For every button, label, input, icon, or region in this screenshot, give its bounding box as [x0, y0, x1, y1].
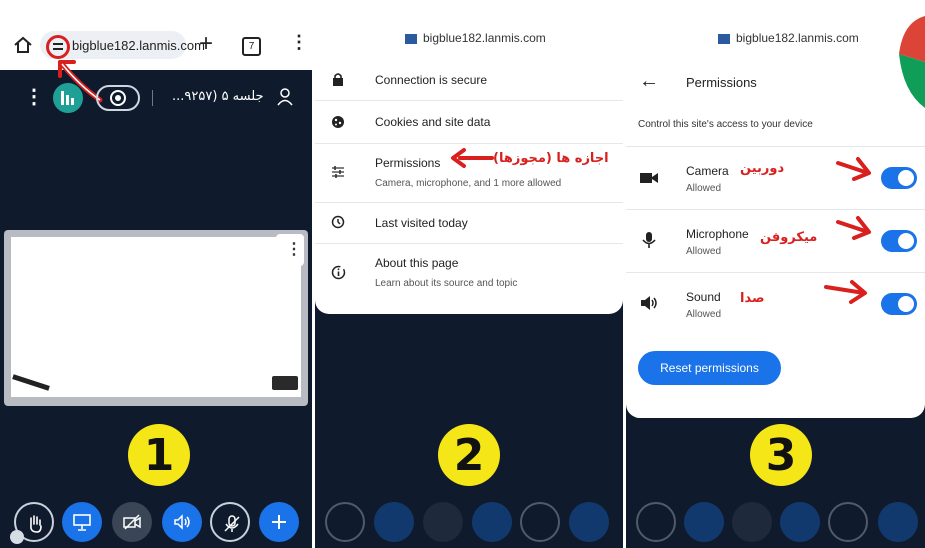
step-badge-1: 1 — [128, 424, 190, 486]
annotation-arrow-icon — [836, 216, 871, 240]
mic-muted-button[interactable] — [210, 502, 250, 542]
lock-icon — [333, 73, 343, 86]
whiteboard-surface — [11, 237, 301, 397]
permission-label: Microphone — [686, 227, 749, 241]
permissions-description: Control this site's access to your devic… — [638, 119, 813, 130]
user-icon[interactable] — [277, 88, 293, 106]
url-bar[interactable]: bigblue182.lanmis.com — [40, 31, 205, 59]
menu-item-cookies[interactable]: Cookies and site data — [315, 101, 623, 143]
info-icon — [331, 265, 346, 280]
permission-annotation: میکروفن — [760, 230, 818, 245]
new-tab-icon[interactable]: + — [199, 30, 213, 58]
meeting-header: ⋮ جلسه ۵ (۹۲۵۷... — [0, 70, 312, 126]
permission-annotation: صدا — [740, 291, 765, 306]
tab-switcher-button[interactable]: 7 — [242, 37, 261, 56]
tab-count: 7 — [248, 41, 255, 52]
step-badge-2: 2 — [438, 424, 500, 486]
permission-annotation: دوربین — [740, 161, 785, 176]
permission-row-sound: Sound Allowed صدا — [626, 273, 925, 335]
audio-button[interactable] — [162, 502, 202, 542]
reset-permissions-button[interactable]: Reset permissions — [638, 351, 781, 385]
panel-3: bigblue182.lanmis.com ← Permissions Cont… — [626, 0, 925, 548]
panel-2: bigblue182.lanmis.com Connection is secu… — [315, 0, 623, 548]
step-badge-3: 3 — [750, 424, 812, 486]
menu-item-sublabel: Camera, microphone, and 1 more allowed — [375, 178, 562, 189]
menu-item-label: Permissions — [375, 156, 441, 170]
session-title: جلسه ۵ (۹۲۵۷... — [172, 89, 264, 104]
permission-status: Allowed — [686, 183, 722, 194]
home-icon[interactable] — [13, 36, 33, 54]
menu-item-sublabel: Learn about its source and topic — [375, 278, 518, 289]
permissions-annotation: اجازه ها (مجوزها) — [493, 151, 609, 166]
history-icon — [331, 215, 345, 229]
microphone-icon — [642, 232, 656, 248]
permissions-sheet: bigblue182.lanmis.com ← Permissions Cont… — [626, 0, 925, 418]
options-icon[interactable]: ⋮ — [24, 84, 44, 109]
site-domain: bigblue182.lanmis.com — [423, 31, 546, 45]
permission-label: Sound — [686, 290, 721, 304]
speaker-icon — [641, 296, 657, 310]
header-divider — [152, 90, 153, 106]
menu-item-label: Connection is secure — [375, 73, 488, 87]
avatar[interactable] — [53, 83, 83, 113]
presentation-button[interactable] — [62, 502, 102, 542]
site-domain: bigblue182.lanmis.com — [736, 31, 859, 45]
chrome-logo-icon — [899, 16, 925, 108]
menu-item-label: Cookies and site data — [375, 115, 491, 129]
permission-label: Camera — [686, 164, 729, 178]
tune-icon — [332, 166, 344, 178]
permission-row-microphone: Microphone Allowed میکروفن — [626, 210, 925, 272]
menu-item-connection[interactable]: Connection is secure — [315, 60, 623, 100]
menu-item-label: Last visited today — [375, 216, 468, 230]
site-logo-icon — [405, 34, 417, 44]
annotation-arrow-icon — [451, 148, 494, 168]
browser-toolbar: bigblue182.lanmis.com + 7 ⋮ — [0, 0, 312, 70]
permission-row-camera: Camera Allowed دوربین — [626, 147, 925, 209]
site-logo-icon — [718, 34, 730, 44]
permission-status: Allowed — [686, 246, 722, 257]
reset-permissions-label: Reset permissions — [660, 361, 759, 375]
menu-item-about[interactable]: About this page Learn about its source a… — [315, 244, 623, 302]
camera-off-button[interactable] — [112, 502, 152, 542]
sound-toggle[interactable] — [881, 293, 917, 315]
site-info-sheet: bigblue182.lanmis.com Connection is secu… — [315, 0, 623, 314]
eraser-icon — [272, 376, 298, 390]
permission-status: Allowed — [686, 309, 722, 320]
permissions-title: Permissions — [686, 75, 757, 90]
annotation-arrow-icon — [824, 280, 867, 304]
menu-item-label: About this page — [375, 256, 459, 270]
microphone-toggle[interactable] — [881, 230, 917, 252]
panel-1: bigblue182.lanmis.com + 7 ⋮ ⋮ جلسه ۵ (۹۲… — [0, 0, 312, 548]
camera-toggle[interactable] — [881, 167, 917, 189]
dimmed-action-bar — [315, 500, 623, 548]
more-menu-icon[interactable]: ⋮ — [290, 32, 308, 53]
url-text: bigblue182.lanmis.com — [72, 38, 205, 53]
add-button[interactable] — [259, 502, 299, 542]
whiteboard-menu-button[interactable]: ⋮ — [276, 234, 304, 266]
back-arrow-icon[interactable]: ← — [639, 70, 659, 93]
camera-icon — [640, 173, 658, 183]
menu-item-last-visited[interactable]: Last visited today — [315, 203, 623, 243]
annotation-arrow-icon — [836, 157, 871, 181]
cookie-icon — [332, 116, 344, 128]
dimmed-action-bar — [626, 500, 925, 548]
whiteboard[interactable]: ⋮ — [4, 230, 308, 406]
record-button[interactable] — [96, 85, 140, 111]
expand-icon[interactable] — [10, 530, 24, 544]
